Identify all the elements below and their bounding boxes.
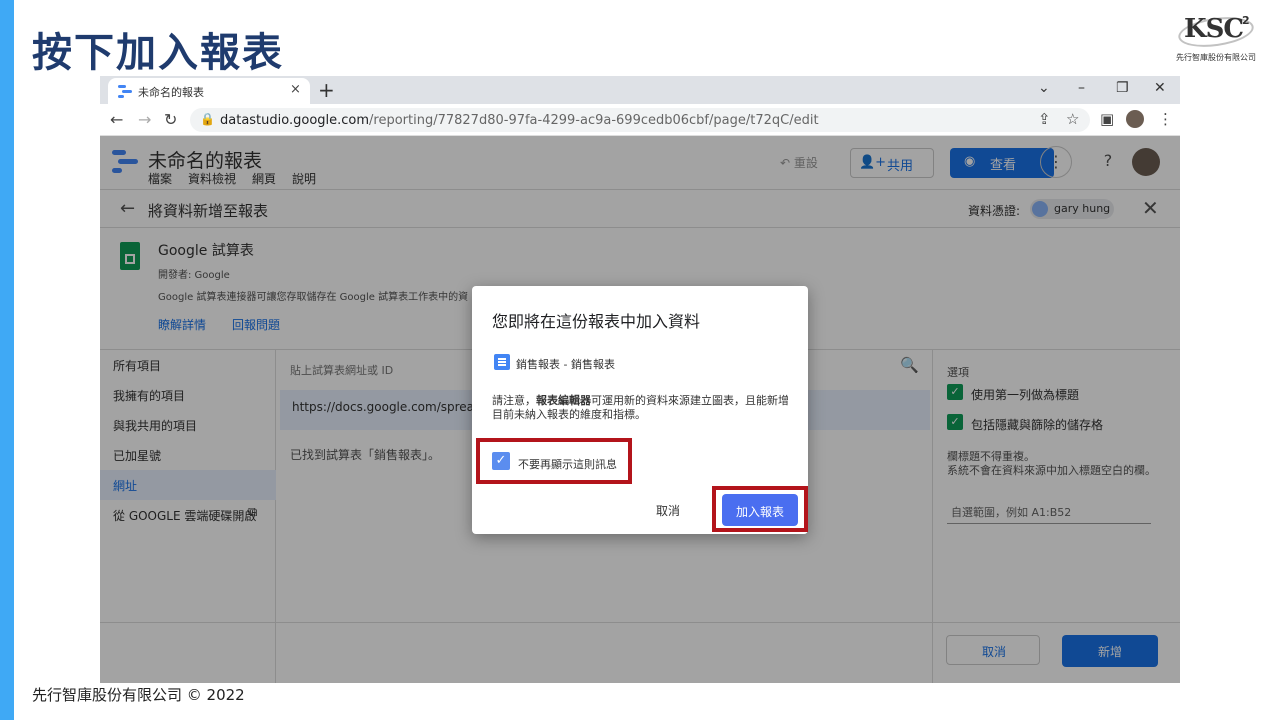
browser-tab[interactable]: 未命名的報表 × bbox=[108, 78, 310, 104]
forward-icon[interactable]: → bbox=[138, 110, 151, 129]
dialog-note: 請注意，報表編輯器可運用新的資料來源建立圖表，且能新增目前未納入報表的維度和指標… bbox=[492, 394, 789, 421]
share-page-icon[interactable]: ⇪ bbox=[1038, 110, 1051, 128]
document-icon bbox=[494, 354, 510, 370]
checkbox-highlight-box bbox=[476, 438, 632, 484]
reload-icon[interactable]: ↻ bbox=[164, 110, 177, 129]
tab-search-chevron-icon[interactable]: ⌄ bbox=[1038, 80, 1050, 96]
slide-accent-bar bbox=[0, 0, 14, 720]
side-panel-icon[interactable]: ▣ bbox=[1100, 110, 1114, 128]
ksc-logo: KSC 2 先行智庫股份有限公司 bbox=[1176, 12, 1258, 64]
logo-text: KSC bbox=[1184, 14, 1244, 44]
url-field[interactable]: 🔒 datastudio.google.com/reporting/77827d… bbox=[190, 108, 1090, 132]
dialog-title: 您即將在這份報表中加入資料 bbox=[492, 312, 701, 331]
dialog-cancel-button[interactable]: 取消 bbox=[656, 502, 680, 519]
slide-footer: 先行智庫股份有限公司 © 2022 bbox=[32, 686, 245, 704]
new-tab-button[interactable]: + bbox=[318, 78, 335, 102]
logo-sup: 2 bbox=[1242, 14, 1250, 27]
tab-strip: 未命名的報表 × + ⌄ – ❐ ✕ bbox=[100, 76, 1180, 104]
close-window-button[interactable]: ✕ bbox=[1154, 80, 1166, 96]
tab-close-icon[interactable]: × bbox=[290, 82, 301, 97]
slide-title: 按下加入報表 bbox=[32, 30, 284, 76]
minimize-button[interactable]: – bbox=[1078, 80, 1085, 96]
browser-window: 未命名的報表 × + ⌄ – ❐ ✕ ← → ↻ 🔒 datastudio.go… bbox=[100, 76, 1180, 683]
confirm-highlight-box bbox=[712, 486, 808, 532]
tab-title: 未命名的報表 bbox=[138, 86, 204, 99]
datastudio-favicon-icon bbox=[118, 85, 132, 98]
logo-subtitle: 先行智庫股份有限公司 bbox=[1176, 53, 1256, 62]
restore-button[interactable]: ❐ bbox=[1116, 80, 1129, 96]
lock-icon: 🔒 bbox=[200, 112, 215, 126]
data-source-name: 銷售報表 - 銷售報表 bbox=[516, 358, 615, 371]
profile-avatar[interactable] bbox=[1126, 110, 1144, 128]
menu-dots-icon[interactable]: ⋮ bbox=[1158, 110, 1173, 128]
back-icon[interactable]: ← bbox=[110, 110, 123, 129]
url-text: datastudio.google.com/reporting/77827d80… bbox=[220, 113, 819, 128]
bookmark-star-icon[interactable]: ☆ bbox=[1066, 110, 1079, 128]
address-bar: ← → ↻ 🔒 datastudio.google.com/reporting/… bbox=[100, 104, 1180, 136]
